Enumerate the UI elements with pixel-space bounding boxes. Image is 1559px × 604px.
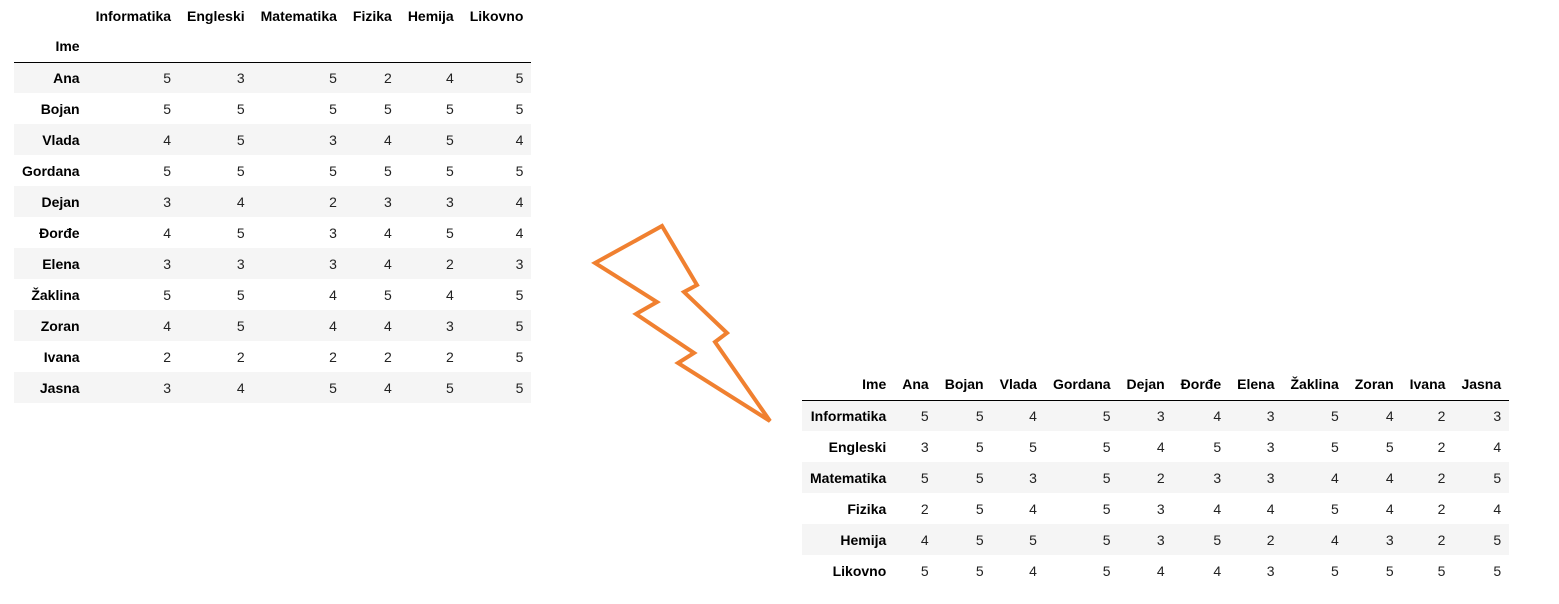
table-cell: 5 [1330,438,1339,455]
column-header-row: Ime Ana Bojan Vlada Gordana Dejan Đorđe Elena Ža… [802,369,1510,401]
table-cell: 5 [1493,562,1502,579]
table-cell: 5 [1102,438,1111,455]
table-cell: 2 [1266,531,1275,548]
table-cell: 5 [1102,407,1111,424]
table-cell: 5 [1437,562,1446,579]
column-header-7: Žaklina [1282,369,1347,401]
table-cell: 3 [1029,469,1037,486]
table-cell: 3 [920,438,929,455]
table-cell: 2 [1437,500,1446,517]
table-cell: 5 [1102,469,1111,486]
table-cell: 5 [1102,562,1111,579]
table-cell: 3 [1266,562,1275,579]
table-cell: 4 [1330,469,1339,486]
table-cell: 5 [1330,562,1339,579]
table-cell: 5 [1385,562,1394,579]
table-cell: 5 [975,531,984,548]
table-cell: 3 [1266,438,1275,455]
table-cell: 3 [1213,469,1222,486]
row-label: Matematika [810,469,887,486]
table-cell: 3 [1266,469,1275,486]
table-cell: 5 [920,469,929,486]
table-cell: 2 [1437,531,1446,548]
table-cell: 5 [975,500,984,517]
table-cell: 2 [1437,438,1446,455]
table-cell: 4 [1266,500,1275,517]
table-cell: 4 [1385,500,1394,517]
table-cell: 5 [920,407,929,424]
table-cell: 4 [1029,562,1037,579]
table-cell: 4 [1385,407,1394,424]
table-cell: 4 [1493,500,1502,517]
table-cell: 3 [1385,531,1394,548]
column-header-4: Dejan [1118,369,1173,401]
table-cell: 4 [1330,531,1339,548]
table-cell: 3 [1493,407,1502,424]
column-header-9: Ivana [1401,369,1454,401]
column-header-6: Elena [1229,369,1283,401]
table-cell: 4 [1385,469,1394,486]
table-row: Engleski 3 5 5 5 4 5 3 5 5 2 4 [802,431,1509,462]
table-cell: 3 [1156,500,1165,517]
table-cell: 5 [975,407,984,424]
column-header-5: Đorđe [1172,369,1230,401]
table-cell: 4 [1156,562,1165,579]
column-header-0: Ana [894,369,937,401]
table-cell: 5 [975,562,984,579]
table-cell: 5 [1102,500,1111,517]
table-cell: 4 [920,531,929,548]
transposed-dataframe-table: Ime Ana Bojan Vlada Gordana Dejan Đorđe Elena Ža… [802,369,1510,586]
table-cell: 5 [1385,438,1394,455]
column-header-3: Gordana [1044,369,1119,401]
column-header-1: Bojan [936,369,992,401]
table-cell: 2 [1437,407,1446,424]
table-cell: 5 [975,438,984,455]
row-label: Informatika [810,407,887,424]
table-cell: 4 [1029,500,1037,517]
table-cell: 2 [1437,469,1446,486]
table-cell: 5 [1213,531,1222,548]
table-cell: 5 [1330,407,1339,424]
table-cell: 5 [1493,531,1502,548]
row-label: Hemija [840,531,887,548]
table-cell: 5 [1330,500,1339,517]
row-label: Engleski [828,438,887,455]
column-header-8: Zoran [1346,369,1402,401]
table-cell: 5 [1029,438,1037,455]
table-cell: 3 [1266,407,1275,424]
column-header-10: Jasna [1453,369,1510,401]
table-cell: 5 [920,562,929,579]
table-cell: 3 [1156,531,1165,548]
table-row: Matematika 5 5 3 5 2 3 3 4 4 2 5 [802,462,1510,493]
table-cell: 4 [1029,407,1037,424]
table-row: Likovno 5 5 4 5 4 4 3 5 5 5 5 [802,555,1509,586]
table-cell: 4 [1493,438,1502,455]
table-row: Informatika 5 5 4 5 3 4 3 5 4 2 3 [802,400,1510,431]
index-name-label: Ime [802,369,895,401]
table-cell: 5 [1213,438,1222,455]
table-cell: 5 [975,469,984,486]
table-cell: 4 [1213,407,1222,424]
table-row: Fizika 2 5 4 5 3 4 4 5 4 2 4 [802,493,1509,524]
table-cell: 4 [1213,562,1222,579]
lightning-bolt-arrow-shape [591,223,772,423]
column-header-2: Vlada [991,369,1045,401]
table-cell: 3 [1156,407,1165,424]
table-cell: 5 [1493,469,1502,486]
row-label: Likovno [832,562,887,579]
table-cell: 5 [1029,531,1037,548]
table-cell: 4 [1213,500,1222,517]
table-cell: 4 [1156,438,1165,455]
table-row: Hemija 4 5 5 5 3 5 2 4 3 2 5 [802,524,1510,555]
table-cell: 2 [920,500,929,517]
table-cell: 5 [1102,531,1111,548]
table-cell: 2 [1156,469,1165,486]
transposed-dataframe-body: Informatika 5 5 4 5 3 4 3 5 4 2 3 Engleski 3 5 5 5 4 5 3 5 5 2… [802,400,1510,586]
row-label: Fizika [847,500,887,517]
